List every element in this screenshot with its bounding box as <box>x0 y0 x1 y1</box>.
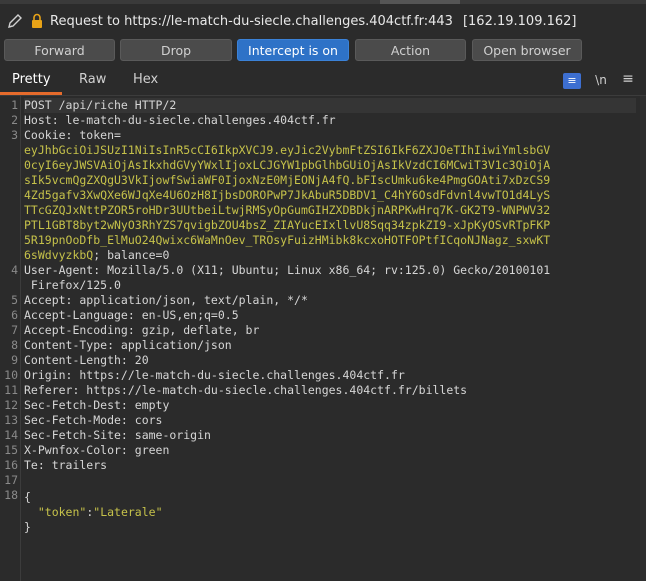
line-text: Content-Length: 20 <box>24 353 149 367</box>
cookie-token-line: 0cyI6eyJWSVAiOjAsIkxhdGVyYWxlIjoxLCJGYW1… <box>24 158 551 172</box>
json-token-entry: "token":"Laterale" <box>24 505 636 520</box>
line-number: 11 <box>4 383 18 397</box>
code-line-4: 4 User-Agent: Mozilla/5.0 (X11; Ubuntu; L… <box>11 263 636 278</box>
code-line-13: 13 Sec-Fetch-Mode: cors <box>4 413 636 428</box>
line-number: 5 <box>11 293 18 307</box>
line-text: Referer: https://le-match-du-siecle.chal… <box>24 383 468 397</box>
code-line-15: 15 X-Pwnfox-Color: green <box>4 443 636 458</box>
line-number: 4 <box>11 263 18 277</box>
code-line-12: 12 Sec-Fetch-Dest: empty <box>4 398 636 413</box>
json-key: "token" <box>37 505 87 519</box>
pencil-icon[interactable] <box>6 12 24 30</box>
cookie-token-end: 6sWdvyzkbQ <box>24 248 94 262</box>
line-text: Origin: https://le-match-du-siecle.chall… <box>24 368 405 382</box>
line-text: Te: trailers <box>24 458 108 472</box>
request-url: Request to https://le-match-du-siecle.ch… <box>50 13 453 29</box>
code-line-1: 1 POST /api/riche HTTP/2 <box>11 98 636 113</box>
line-number: 3 <box>11 128 18 142</box>
intercept-toolbar: Forward Drop Intercept is on Action Open… <box>0 39 646 63</box>
cookie-token-line: PTL1GBT8byt2wNyO3RhYZS7qvigbZOU4bsZ_ZIAY… <box>24 218 551 232</box>
line-text: Sec-Fetch-Site: same-origin <box>24 428 211 442</box>
cookie-token-line: eyJhbGciOiJSUzI1NiIsInR5cCI6IkpXVCJ9.eyJ… <box>24 143 551 157</box>
line-text: Sec-Fetch-Mode: cors <box>24 413 163 427</box>
line-number: 7 <box>11 323 18 337</box>
cookie-token-line: 5R19pnOoDfb_ElMuO24Qwixc6WaMnOev_TROsyFu… <box>24 233 551 247</box>
code-line-7: 7 Accept-Encoding: gzip, deflate, br <box>11 323 636 338</box>
line-text: Accept-Language: en-US,en;q=0.5 <box>24 308 239 322</box>
code-line-6: 6 Accept-Language: en-US,en;q=0.5 <box>11 308 636 323</box>
forward-button[interactable]: Forward <box>4 39 115 61</box>
code-line-5: 5 Accept: application/json, text/plain, *… <box>11 293 636 308</box>
cookie-token-last-line: 6sWdvyzkbQ; balance=0 <box>24 248 636 263</box>
code-line-11: 11 Referer: https://le-match-du-siecle.ch… <box>4 383 636 398</box>
view-tabs: Pretty Raw Hex ≡ \n ≡ <box>0 68 646 96</box>
request-line: Request to https://le-match-du-siecle.ch… <box>0 4 646 38</box>
open-browser-button[interactable]: Open browser <box>472 39 582 61</box>
wrap-lines-icon[interactable]: ≡ <box>563 73 581 89</box>
lock-icon <box>32 13 42 28</box>
active-tab-indicator <box>0 92 62 95</box>
line-text: Cookie: token= <box>24 128 121 142</box>
line-number: 18 <box>4 488 18 502</box>
line-number: 12 <box>4 398 18 412</box>
line-number: 13 <box>4 413 18 427</box>
intercept-toggle-button[interactable]: Intercept is on <box>237 39 349 61</box>
code-line-4-wrap: Firefox/125.0 <box>24 278 121 292</box>
drop-button[interactable]: Drop <box>120 39 232 61</box>
line-number: 8 <box>11 338 18 352</box>
line-text: User-Agent: Mozilla/5.0 (X11; Ubuntu; Li… <box>24 263 551 277</box>
request-ip: [162.19.109.162] <box>462 13 577 29</box>
line-number: 9 <box>11 353 18 367</box>
line-number: 1 <box>11 98 18 112</box>
tab-hex[interactable]: Hex <box>133 72 158 87</box>
line-text: POST /api/riche HTTP/2 <box>24 98 177 112</box>
line-number: 15 <box>4 443 18 457</box>
cookie-token-line: 4Zd5gafv3XwQXe6WJqXe4U6OzH8IjbsDOROPwP7J… <box>24 188 551 202</box>
line-text: Host: le-match-du-siecle.challenges.404c… <box>24 113 336 127</box>
code-line-10: 10 Origin: https://le-match-du-siecle.cha… <box>4 368 636 383</box>
cookie-balance: ; balance=0 <box>93 248 170 262</box>
code-line-8: 8 Content-Type: application/json <box>11 338 636 353</box>
action-button[interactable]: Action <box>355 39 466 61</box>
tab-pretty[interactable]: Pretty <box>12 72 51 87</box>
code-line-2: 2 Host: le-match-du-siecle.challenges.404… <box>11 113 636 128</box>
tab-raw[interactable]: Raw <box>79 72 106 87</box>
line-number: 2 <box>11 113 18 127</box>
line-number: 10 <box>4 368 18 382</box>
json-open-brace: { <box>24 490 31 504</box>
line-number: 17 <box>4 473 18 487</box>
code-line-14: 14 Sec-Fetch-Site: same-origin <box>4 428 636 443</box>
line-text: X-Pwnfox-Color: green <box>24 443 170 457</box>
code-line-3: 3 Cookie: token= <box>11 128 636 143</box>
json-value: "Laterale" <box>93 505 163 519</box>
line-text: Accept-Encoding: gzip, deflate, br <box>24 323 260 337</box>
json-close-brace: } <box>24 520 31 534</box>
code-line-16: 16 Te: trailers <box>4 458 636 473</box>
cookie-token-line: TTcGZQJxNttPZOR5roHDr3UUtbeiLtwjRMSyOpGu… <box>24 203 551 217</box>
line-text: Content-Type: application/json <box>24 338 232 352</box>
code-line-9: 9 Content-Length: 20 <box>11 353 636 368</box>
line-number: 16 <box>4 458 18 472</box>
message-editor[interactable]: 1 POST /api/riche HTTP/2 2 Host: le-match-… <box>0 96 646 581</box>
line-text: Sec-Fetch-Dest: empty <box>24 398 170 412</box>
editor-scrollbar[interactable] <box>640 96 646 581</box>
show-newlines-icon[interactable]: \n <box>591 73 611 89</box>
line-number: 14 <box>4 428 18 442</box>
line-text: Accept: application/json, text/plain, */… <box>24 293 308 307</box>
menu-icon[interactable]: ≡ <box>619 71 637 87</box>
cookie-token-line: sIk5vcmQgZXQgU3VkIjowfSwiaWF0IjoxNzE0MjE… <box>24 173 551 187</box>
line-number: 6 <box>11 308 18 322</box>
